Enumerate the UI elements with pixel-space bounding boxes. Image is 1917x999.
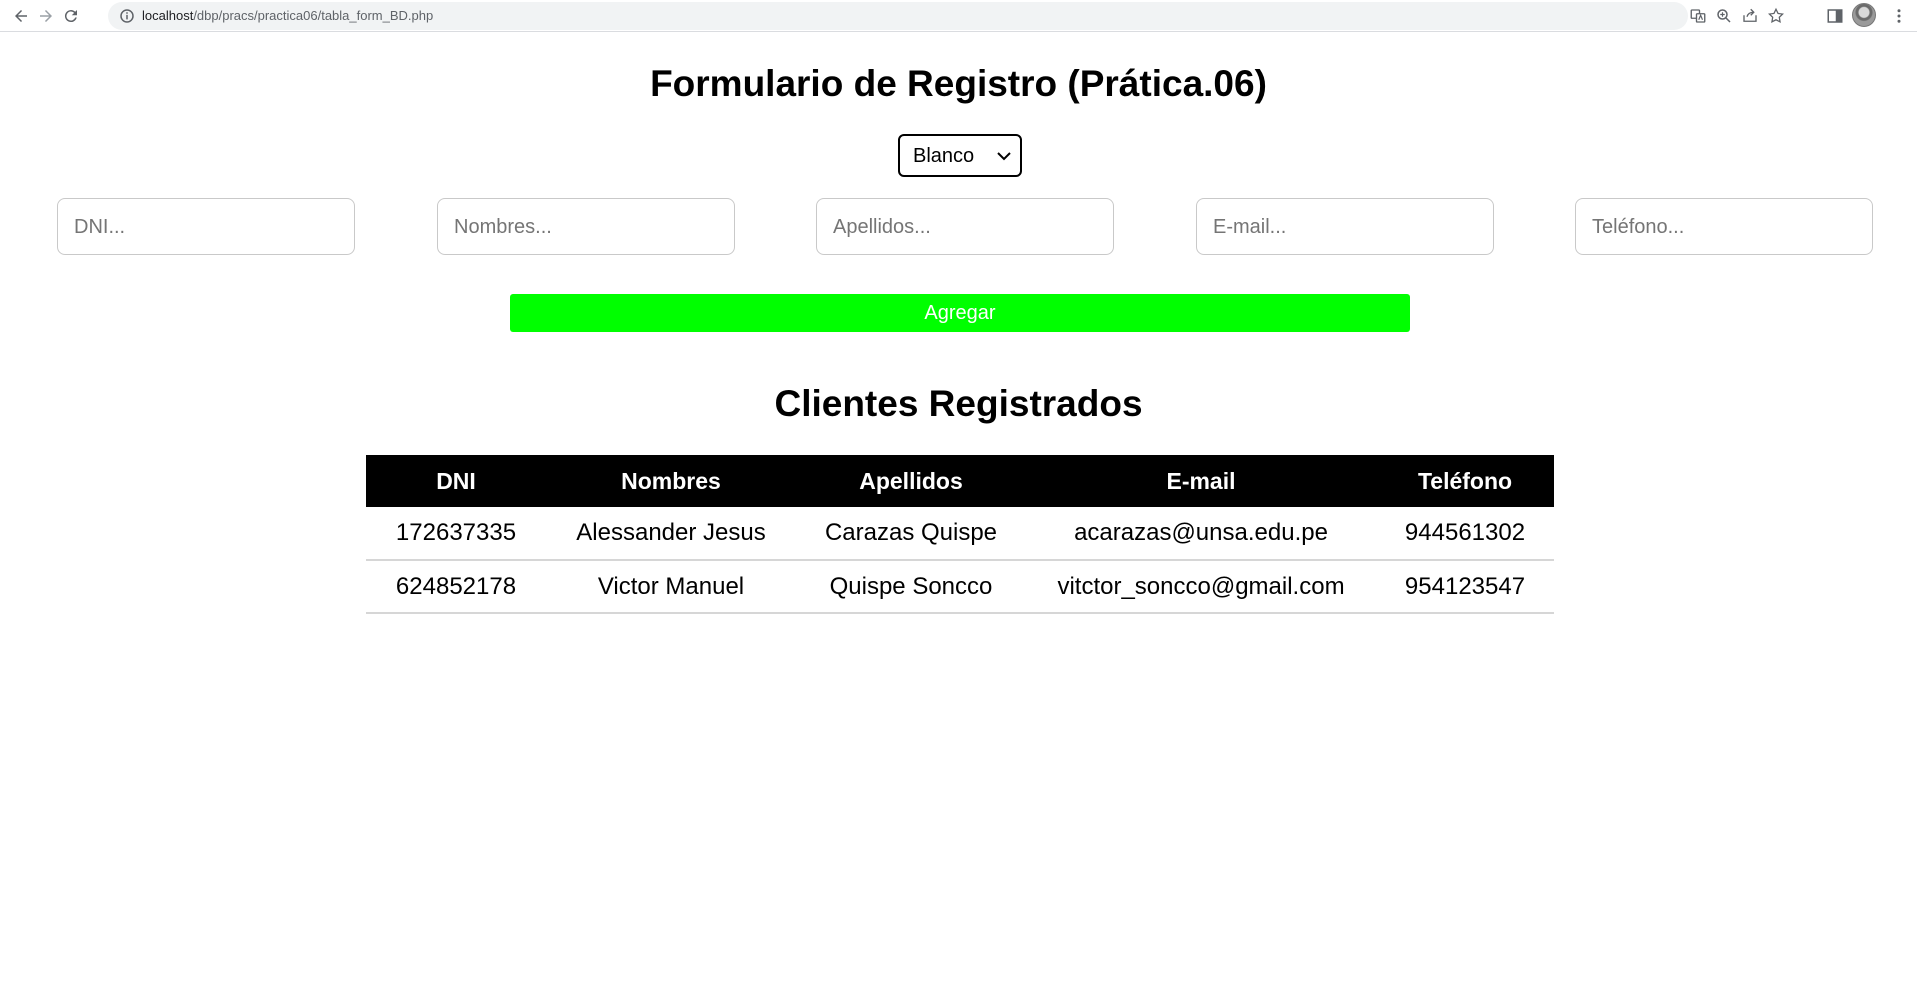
arrow-left-icon <box>15 10 27 22</box>
menu-button[interactable] <box>1888 5 1910 27</box>
cell-apellidos: Carazas Quispe <box>796 507 1026 561</box>
header-dni: DNI <box>366 455 546 507</box>
cell-email: vitctor_soncco@gmail.com <box>1026 560 1376 614</box>
arrow-right-icon <box>40 10 52 22</box>
forward-button[interactable] <box>33 3 59 29</box>
dni-input[interactable]: DNI... <box>57 198 355 255</box>
email-input[interactable]: E-mail... <box>1196 198 1494 255</box>
page-title: Formulario de Registro (Prática.06) <box>650 63 1267 104</box>
browser-toolbar: localhost/dbp/pracs/practica06/tabla_for… <box>0 0 1917 32</box>
address-bar[interactable]: localhost/dbp/pracs/practica06/tabla_for… <box>108 2 1784 30</box>
cell-telefono: 954123547 <box>1376 560 1554 614</box>
page-content: Formulario de Registro (Prática.06) Blan… <box>0 33 1917 999</box>
telefono-placeholder: Teléfono... <box>1592 216 1685 238</box>
url-path: /dbp/pracs/practica06/tabla_form_BD.php <box>193 8 434 23</box>
translate-icon[interactable] <box>1689 7 1707 25</box>
url-host: localhost <box>142 8 194 23</box>
apellidos-placeholder: Apellidos... <box>833 216 931 238</box>
dni-placeholder: DNI... <box>74 216 126 238</box>
back-button[interactable] <box>8 3 34 29</box>
agregar-button[interactable]: Agregar <box>510 294 1410 332</box>
apellidos-input[interactable]: Apellidos... <box>816 198 1114 255</box>
profile-avatar[interactable] <box>1852 3 1876 27</box>
cell-nombres: Victor Manuel <box>546 560 796 614</box>
table-row: 624852178 Victor Manuel Quispe Soncco vi… <box>366 560 1554 614</box>
side-panel-icon <box>1827 9 1843 23</box>
color-select-value: Blanco <box>913 145 975 167</box>
cell-telefono: 944561302 <box>1376 507 1554 561</box>
header-apellidos: Apellidos <box>796 455 1026 507</box>
cell-email: acarazas@unsa.edu.pe <box>1026 507 1376 561</box>
cell-apellidos: Quispe Soncco <box>796 560 1026 614</box>
bookmark-star-icon[interactable] <box>1767 7 1785 25</box>
color-select[interactable]: Blanco <box>898 134 1022 177</box>
table-row: 172637335 Alessander Jesus Carazas Quisp… <box>366 507 1554 561</box>
header-nombres: Nombres <box>546 455 796 507</box>
share-icon[interactable] <box>1741 7 1759 25</box>
nombres-input[interactable]: Nombres... <box>437 198 735 255</box>
section-title: Clientes Registrados <box>774 383 1143 424</box>
nombres-placeholder: Nombres... <box>454 216 552 238</box>
email-placeholder: E-mail... <box>1213 216 1287 238</box>
url-text: localhost/dbp/pracs/practica06/tabla_for… <box>142 8 433 23</box>
info-icon[interactable] <box>118 7 136 25</box>
telefono-input[interactable]: Teléfono... <box>1575 198 1873 255</box>
header-telefono: Teléfono <box>1376 455 1554 507</box>
header-email: E-mail <box>1026 455 1376 507</box>
table-header-row: DNI Nombres Apellidos E-mail Teléfono <box>366 455 1554 507</box>
zoom-icon[interactable] <box>1715 7 1733 25</box>
form-inputs: DNI... Nombres... Apellidos... E-mail...… <box>0 198 1917 255</box>
cell-dni: 172637335 <box>366 507 546 561</box>
reload-button[interactable] <box>58 3 84 29</box>
kebab-menu-icon <box>1897 9 1901 23</box>
reload-icon <box>64 10 77 23</box>
clients-table: DNI Nombres Apellidos E-mail Teléfono 17… <box>366 455 1554 614</box>
cell-dni: 624852178 <box>366 560 546 614</box>
side-panel-button[interactable] <box>1824 5 1846 27</box>
cell-nombres: Alessander Jesus <box>546 507 796 561</box>
chevron-down-icon <box>997 152 1011 161</box>
